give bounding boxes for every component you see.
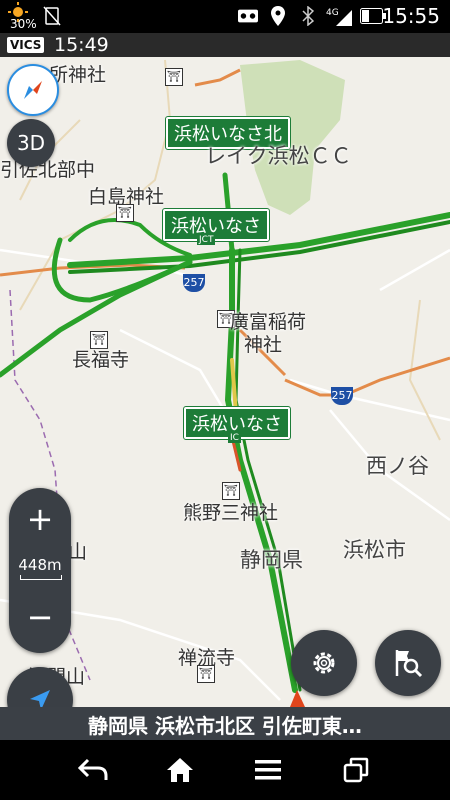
zoom-control: + 448m − [9,488,71,653]
map-label-tomisaka-2: 神社 [244,334,283,356]
vics-badge: VICS [7,37,45,53]
home-button[interactable] [160,754,200,786]
map-label-shizuoka: 静岡県 [240,548,303,572]
settings-button[interactable] [291,630,357,696]
bluetooth-icon [298,6,318,26]
recent-apps-icon [343,757,369,783]
address-bar: 静岡県 浜松市北区 引佐町東… [0,707,450,740]
battery-percent: 30% [10,17,37,31]
destination-search-button[interactable] [375,630,441,696]
compass-button[interactable] [7,64,59,116]
system-nav-bar [0,740,450,800]
voicemail-icon [238,6,258,26]
signal-icon: 4G [326,6,352,26]
shrine-icon: ⛩ [197,665,215,683]
map-label-reiku: レイク浜松ＣＣ [205,144,352,168]
menu-icon [255,760,281,780]
recent-apps-button[interactable] [336,754,376,786]
map-label-hamamatsu: 浜松市 [343,538,406,562]
scale-bar [20,575,62,580]
highway-sign-inasa-jct: 浜松いなさ [162,208,270,242]
gear-icon [313,652,335,674]
view-3d-button[interactable]: 3D [7,119,55,167]
status-bar: 30% 4G 15:55 [0,0,450,33]
map-label-chofukuji: 長福寺 [72,349,130,371]
ic-badge: IC [228,433,241,443]
zoom-in-button[interactable]: + [9,500,71,538]
shrine-icon: ⛩ [165,68,183,86]
zoom-scale-label: 448m [18,556,62,574]
home-icon [167,758,193,782]
route-shield-257: 257 [183,274,205,292]
compass-icon [24,81,42,99]
map-label-nishinoya: 西ノ谷 [366,454,429,478]
flag-search-icon [395,650,423,678]
route-shield-257: 257 [331,387,353,405]
shrine-icon: ⛩ [116,204,134,222]
no-sim-icon [42,6,62,26]
map-label-kumano: 熊野三神社 [183,502,279,524]
location-pin-icon [268,6,288,26]
menu-button[interactable] [248,754,288,786]
jct-badge: JCT [197,235,216,245]
vics-bar: VICS 15:49 [0,33,450,57]
vics-time: 15:49 [54,34,109,56]
current-address: 静岡県 浜松市北区 引佐町東… [88,714,362,738]
svg-text:4G: 4G [326,8,339,18]
back-arrow-icon [78,758,108,780]
status-time: 15:55 [382,4,440,28]
back-button[interactable] [73,754,113,786]
zoom-out-button[interactable]: − [9,598,71,636]
